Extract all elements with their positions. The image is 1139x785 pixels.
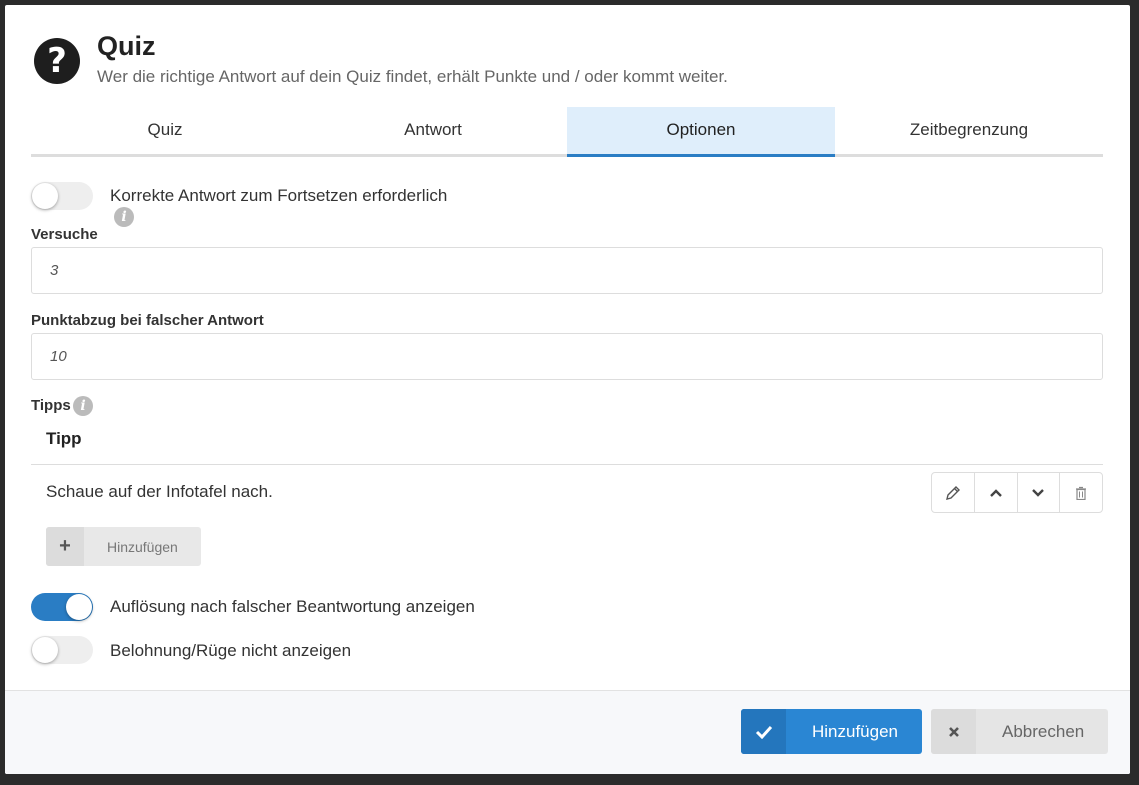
move-up-button[interactable] bbox=[975, 473, 1018, 512]
hide-reward-toggle[interactable] bbox=[31, 636, 93, 664]
tab-optionen[interactable]: Optionen bbox=[567, 107, 835, 157]
edit-button[interactable] bbox=[932, 473, 975, 512]
quiz-dialog: ? Quiz Wer die richtige Antwort auf dein… bbox=[5, 5, 1130, 774]
submit-label: Hinzufügen bbox=[812, 722, 899, 741]
add-tip-button[interactable]: + Hinzufügen bbox=[46, 527, 201, 566]
show-solution-label: Auflösung nach falscher Beantwortung anz… bbox=[110, 597, 475, 616]
penalty-input[interactable]: 10 bbox=[31, 333, 1103, 380]
chevron-down-icon bbox=[1032, 488, 1045, 497]
tab-antwort[interactable]: Antwort bbox=[299, 107, 567, 154]
toggle-knob bbox=[66, 594, 92, 620]
info-icon[interactable]: i bbox=[73, 396, 93, 416]
add-tip-label: Hinzufügen bbox=[107, 539, 178, 555]
hide-reward-label: Belohnung/Rüge nicht anzeigen bbox=[110, 641, 352, 660]
chevron-up-icon bbox=[989, 488, 1002, 497]
dialog-title: Quiz bbox=[97, 31, 156, 61]
row-actions bbox=[931, 472, 1103, 513]
attempts-input[interactable]: 3 bbox=[31, 247, 1103, 294]
toggle-knob bbox=[32, 637, 58, 663]
move-down-button[interactable] bbox=[1018, 473, 1061, 512]
tips-table-header: Tipp bbox=[31, 415, 1103, 465]
question-circle-icon: ? bbox=[34, 38, 80, 84]
dialog-footer: Hinzufügen Abbrechen bbox=[5, 690, 1130, 774]
submit-button[interactable]: Hinzufügen bbox=[741, 709, 922, 754]
plus-icon: + bbox=[46, 527, 84, 566]
dialog-header: ? Quiz Wer die richtige Antwort auf dein… bbox=[5, 5, 1130, 105]
tip-text: Schaue auf der Infotafel nach. bbox=[46, 482, 273, 501]
toggle-knob bbox=[32, 183, 58, 209]
dialog-subtitle: Wer die richtige Antwort auf dein Quiz f… bbox=[97, 67, 728, 86]
require-correct-toggle[interactable] bbox=[31, 182, 93, 210]
pencil-icon bbox=[945, 485, 960, 500]
column-header-tipp: Tipp bbox=[46, 429, 82, 448]
delete-button[interactable] bbox=[1060, 473, 1102, 512]
tab-zeitbegrenzung[interactable]: Zeitbegrenzung bbox=[835, 107, 1103, 154]
table-row: Schaue auf der Infotafel nach. bbox=[31, 467, 1103, 517]
tips-label: Tipps bbox=[31, 397, 71, 414]
tab-bar: Quiz Antwort Optionen Zeitbegrenzung bbox=[31, 107, 1103, 157]
show-solution-toggle[interactable] bbox=[31, 593, 93, 621]
cancel-button[interactable]: Abbrechen bbox=[931, 709, 1108, 754]
checkmark-icon bbox=[741, 709, 786, 754]
penalty-label: Punktabzug bei falscher Antwort bbox=[31, 312, 264, 329]
cancel-label: Abbrechen bbox=[1002, 722, 1085, 741]
tab-quiz[interactable]: Quiz bbox=[31, 107, 299, 154]
close-icon bbox=[931, 709, 976, 754]
info-icon[interactable]: i bbox=[114, 207, 134, 227]
trash-icon bbox=[1076, 486, 1087, 500]
require-correct-label: Korrekte Antwort zum Fortsetzen erforder… bbox=[110, 186, 448, 205]
attempts-label: Versuche bbox=[31, 226, 98, 243]
